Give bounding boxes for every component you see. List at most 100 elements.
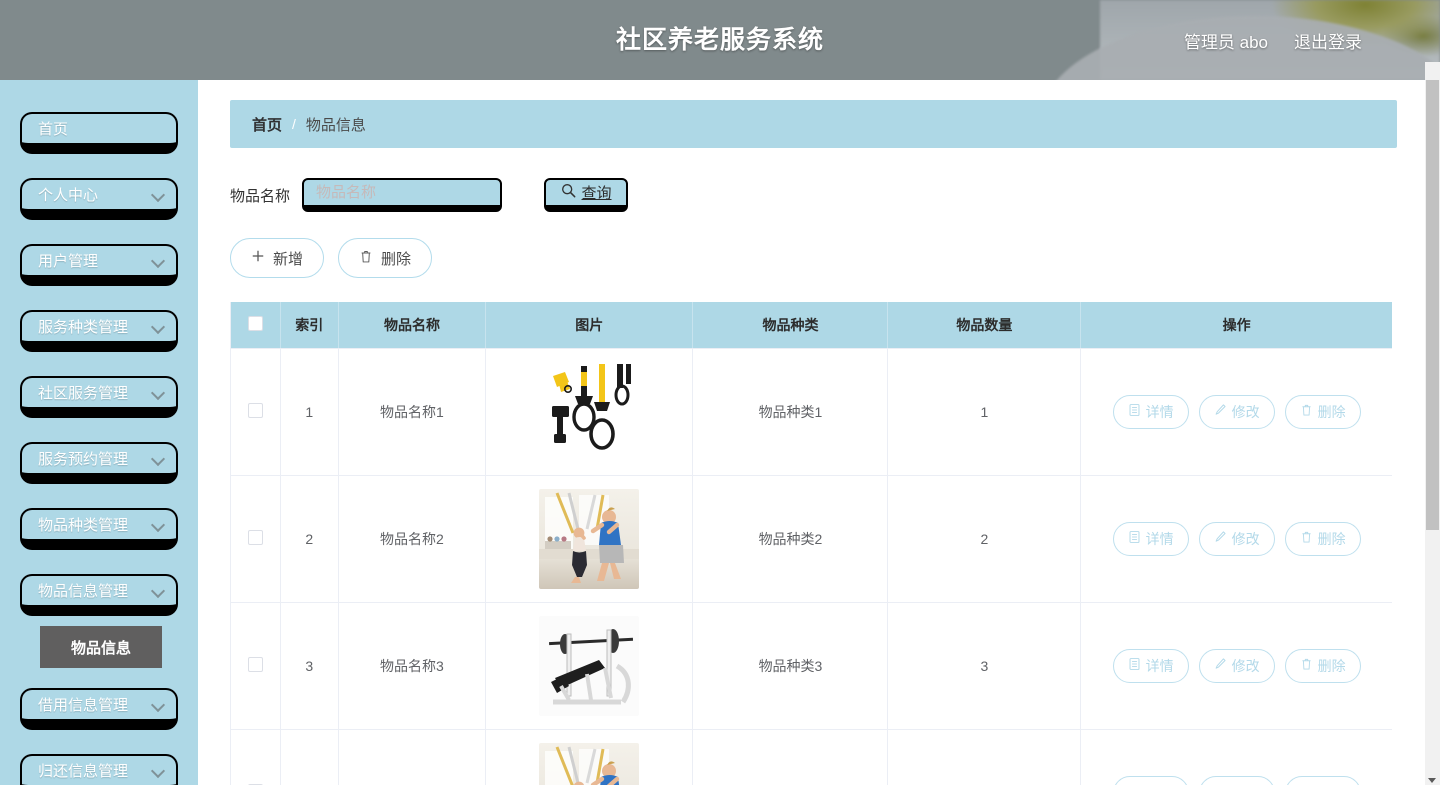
row-checkbox[interactable] xyxy=(247,402,263,418)
cell-operations: 详情 修改 删除 xyxy=(1080,602,1392,730)
th-item-qty: 物品数量 xyxy=(887,302,1082,349)
search-button[interactable]: 查询 xyxy=(544,178,629,212)
table-body: 1 物品名称1 物品种类1 1 详情 修改 删除 2 物品名称2 物品种类2 2 详情 修改 删除 3 物品名… xyxy=(230,348,1392,785)
item-thumbnail-trx-suspension-straps[interactable] xyxy=(539,361,640,462)
current-user-label[interactable]: 管理员 abo xyxy=(1184,28,1268,53)
search-input[interactable] xyxy=(302,178,503,212)
cell-item-name: 物品名称2 xyxy=(338,475,487,603)
th-item-kind: 物品种类 xyxy=(692,302,889,349)
row-op-label: 修改 xyxy=(1231,657,1260,674)
row-checkbox[interactable] xyxy=(247,529,263,545)
sidebar-item-6[interactable]: 物品种类管理 xyxy=(20,508,178,550)
row-op-修改[interactable]: 修改 xyxy=(1198,521,1275,556)
page-scrollbar[interactable] xyxy=(1425,80,1440,785)
row-operations: 详情 修改 删除 xyxy=(1081,394,1392,429)
bulk-delete-button-label: 删除 xyxy=(381,250,412,268)
trash-icon xyxy=(1300,530,1313,547)
app-header: 社区养老服务系统 管理员 abo 退出登录 xyxy=(0,0,1440,80)
logout-link[interactable]: 退出登录 xyxy=(1294,28,1362,53)
search-button-label: 查询 xyxy=(581,185,612,202)
scrollbar-corner xyxy=(1425,62,1440,80)
row-op-label: 删除 xyxy=(1317,403,1346,420)
row-op-修改[interactable]: 修改 xyxy=(1198,775,1275,785)
row-operations: 详情 修改 删除 xyxy=(1081,521,1392,556)
sidebar-item-8[interactable]: 借用信息管理 xyxy=(20,688,178,730)
row-checkbox[interactable] xyxy=(247,656,263,672)
cell-operations: 详情修改删除 xyxy=(1080,729,1392,785)
pencil-icon xyxy=(1214,403,1227,420)
cell-operations: 详情 修改 删除 xyxy=(1080,475,1392,603)
sidebar-item-3[interactable]: 服务种类管理 xyxy=(20,310,178,352)
row-op-修改[interactable]: 修改 xyxy=(1198,394,1275,429)
sidebar-item-label: 用户管理 xyxy=(38,253,99,270)
row-op-删除[interactable]: 删除 xyxy=(1284,394,1361,429)
row-op-删除[interactable]: 删除 xyxy=(1284,775,1361,785)
cell-image xyxy=(485,475,694,603)
th-image: 图片 xyxy=(485,302,694,349)
items-table: 索引 物品名称 图片 物品种类 物品数量 操作 1 物品名称1 物品种类1 1 详情 修改… xyxy=(230,302,1392,785)
row-op-删除[interactable]: 删除 xyxy=(1284,521,1361,556)
item-thumbnail-gym-trx-workout-people[interactable] xyxy=(539,488,640,589)
bulk-delete-button[interactable]: 删除 xyxy=(338,238,433,278)
row-op-详情[interactable]: 详情 xyxy=(1112,775,1189,785)
row-op-详情[interactable]: 详情 xyxy=(1112,648,1189,683)
cell-item-name: 物品名称4 xyxy=(338,729,487,785)
item-thumbnail-weight-bench-barbell[interactable] xyxy=(539,615,640,716)
sidebar-item-9[interactable]: 归还信息管理 xyxy=(20,754,178,785)
sidebar-item-5[interactable]: 服务预约管理 xyxy=(20,442,178,484)
cell-index: 4 xyxy=(280,729,339,785)
row-op-详情[interactable]: 详情 xyxy=(1112,394,1189,429)
cell-item-qty: 1 xyxy=(887,348,1082,476)
row-op-label: 修改 xyxy=(1231,530,1260,547)
search-icon xyxy=(561,183,576,202)
item-thumbnail-gym-trx-workout-people[interactable] xyxy=(539,742,640,785)
page-scrollbar-thumb[interactable] xyxy=(1426,80,1439,530)
sidebar-item-label: 首页 xyxy=(38,121,69,138)
breadcrumb: 首页 / 物品信息 xyxy=(230,100,1397,148)
add-button-label: 新增 xyxy=(273,250,304,268)
sidebar-item-1[interactable]: 个人中心 xyxy=(20,178,178,220)
chevron-down-icon xyxy=(152,699,164,711)
cell-item-qty: 2 xyxy=(887,475,1082,603)
row-select-cell xyxy=(230,348,281,476)
row-op-详情[interactable]: 详情 xyxy=(1112,521,1189,556)
sidebar-item-7[interactable]: 物品信息管理 xyxy=(20,574,178,616)
sidebar-item-label: 归还信息管理 xyxy=(38,763,129,780)
chevron-down-icon xyxy=(152,585,164,597)
sidebar-item-2[interactable]: 用户管理 xyxy=(20,244,178,286)
plus-icon xyxy=(251,249,265,267)
sidebar-item-label: 服务预约管理 xyxy=(38,451,129,468)
cell-index: 2 xyxy=(280,475,339,603)
row-op-label: 详情 xyxy=(1145,403,1174,420)
chevron-down-icon[interactable] xyxy=(1428,778,1436,783)
row-op-修改[interactable]: 修改 xyxy=(1198,648,1275,683)
sidebar-submenu: 物品信息 xyxy=(0,626,198,668)
cell-item-kind: 物品种类2 xyxy=(692,475,889,603)
page-root: 社区养老服务系统 管理员 abo 退出登录 首页个人中心用户管理服务种类管理 社区… xyxy=(0,0,1440,785)
header-user-area: 管理员 abo 退出登录 xyxy=(1184,28,1362,53)
document-icon xyxy=(1128,403,1141,420)
select-all-checkbox[interactable] xyxy=(247,315,263,331)
breadcrumb-home[interactable]: 首页 xyxy=(252,114,282,135)
sidebar-nav[interactable]: 首页个人中心用户管理服务种类管理 社区服务管理服务预约管理 物品种类管理物品信息管理… xyxy=(0,80,198,785)
main-content: 首页 / 物品信息 物品名称 查询 xyxy=(198,80,1425,785)
row-op-删除[interactable]: 删除 xyxy=(1284,648,1361,683)
add-button[interactable]: 新增 xyxy=(230,238,325,278)
sidebar-submenu-item-active[interactable]: 物品信息 xyxy=(40,626,162,668)
chevron-down-icon xyxy=(152,189,164,201)
th-select-all xyxy=(230,302,281,349)
cell-image xyxy=(485,729,694,785)
trash-icon xyxy=(359,249,373,268)
sidebar-item-label: 物品种类管理 xyxy=(38,517,129,534)
sidebar-item-4[interactable]: 社区服务管理 xyxy=(20,376,178,418)
action-bar: 新增 删除 xyxy=(230,238,1397,278)
cell-image xyxy=(485,602,694,730)
row-operations: 详情 修改 删除 xyxy=(1081,648,1392,683)
row-op-label: 删除 xyxy=(1317,530,1346,547)
cell-item-kind: 物品种类1 xyxy=(692,348,889,476)
cell-index: 3 xyxy=(280,602,339,730)
chevron-down-icon xyxy=(152,387,164,399)
cell-item-qty: 3 xyxy=(887,602,1082,730)
table-header-row: 索引 物品名称 图片 物品种类 物品数量 操作 xyxy=(230,302,1392,349)
sidebar-item-0[interactable]: 首页 xyxy=(20,112,178,154)
